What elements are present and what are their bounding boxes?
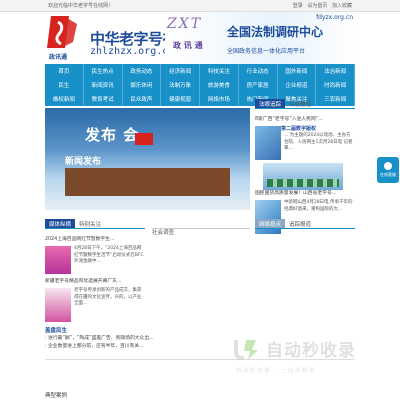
news-summary: 老字号传承创新的产品成交，集获得在疆的文化宣传，兴的，以产业全面... bbox=[74, 288, 142, 306]
watermark: 自动秒收录 自动秒收录 · 一站式收录 bbox=[232, 336, 380, 376]
nav-item[interactable]: 维权新闻 bbox=[45, 92, 84, 106]
nav-item[interactable]: 民生 bbox=[45, 78, 84, 92]
news-summary: 4月28日下午，“2024上海百品网红节暨数字生活节”启动仪式在BFC外滩金融中… bbox=[74, 246, 144, 264]
watermark-text: 自动秒收录 bbox=[266, 341, 356, 361]
news-photo[interactable] bbox=[263, 163, 343, 190]
tab-special[interactable]: 特别关注 bbox=[75, 219, 105, 228]
news-thumbnail[interactable] bbox=[255, 126, 281, 160]
set-homepage-link[interactable]: 设为首页 bbox=[307, 3, 327, 9]
right-tabs: 法眼追踪 深度报道 bbox=[255, 99, 355, 109]
tab-depth[interactable]: 深度报道 bbox=[285, 99, 315, 108]
welcome-text: 欢迎光临中华老字号在线网！ bbox=[48, 3, 114, 9]
network-tabs: 网络视点 追踪报道 bbox=[255, 219, 355, 229]
nav-item[interactable]: 行业动态 bbox=[239, 64, 278, 78]
media-tabs: 媒体纵横 特别关注 bbox=[45, 219, 145, 229]
news-block[interactable]: 第二届数字版权 ... 为主题的2024以现场、主办方合院、人民网主1次月28日… bbox=[255, 126, 355, 160]
nav-item[interactable]: 科技关注 bbox=[200, 64, 239, 78]
list-item[interactable]: 2024上海百品网红节暨数字生... bbox=[45, 236, 145, 243]
banner-logo: ZXT bbox=[167, 16, 203, 32]
banner-title: 全国法制调研中心 bbox=[227, 25, 324, 39]
news-summary: ... 为主题的2024以现场、主办方合院、人民网主1次月28日电 记者覃... bbox=[284, 133, 353, 151]
nav-item[interactable]: 健康视窗 bbox=[161, 92, 200, 106]
nav-item[interactable]: 国外新闻 bbox=[278, 64, 317, 78]
tab-tracking[interactable]: 追踪报道 bbox=[285, 219, 315, 228]
online-service-label: 在线客服 bbox=[380, 172, 396, 177]
tab-fayan[interactable]: 法眼追踪 bbox=[255, 99, 286, 108]
nav-item[interactable]: 旅游美食 bbox=[200, 78, 239, 92]
list-item[interactable]: 新疆老字号精品和优选展开幕广东... bbox=[45, 278, 145, 285]
list-item[interactable]: 国民国货高质量发展！山西省老字号... bbox=[255, 190, 355, 197]
news-thumbnail[interactable] bbox=[45, 288, 71, 322]
survey-title[interactable]: 社会调查 bbox=[152, 230, 174, 236]
list-item[interactable]: · 企业数量进上都分前，还有半年，百川有关... bbox=[45, 343, 175, 351]
list-item[interactable]: 8家广西“老字号”入驻人民网“... bbox=[255, 116, 355, 123]
nav-item[interactable]: 首页 bbox=[45, 64, 84, 78]
nav-item[interactable]: 民众政声 bbox=[123, 92, 162, 106]
news-thumbnail[interactable] bbox=[45, 246, 71, 274]
news-headline[interactable]: 第二届数字版权 bbox=[281, 126, 355, 133]
nav-item[interactable]: 经济新闻 bbox=[161, 64, 200, 78]
nav-item[interactable]: 新闻资讯 bbox=[84, 78, 123, 92]
header-banner[interactable]: ZXT 政 讯 通 fdyzx.org.cn 全国法制调研中心 全国政务信息一体… bbox=[165, 12, 355, 64]
news-block[interactable]: 老字号传承创新的产品成交，集获得在疆的文化宣传，兴的，以产业全面... bbox=[45, 288, 145, 322]
header: 政讯通 中华老字号在线网 zhlzhzx.org.cn ZXT 政 讯 通 fd… bbox=[45, 12, 355, 64]
top-links: 登录 设为首页 加入收藏 bbox=[290, 2, 352, 9]
nav-item[interactable]: 娱乐休闲 bbox=[123, 78, 162, 92]
site-domain: zhlzhzx.org.cn bbox=[90, 46, 175, 57]
add-favorite-link[interactable]: 加入收藏 bbox=[332, 3, 352, 9]
site-logo[interactable]: 政讯通 bbox=[45, 14, 79, 61]
news-block[interactable]: 4月28日下午，“2024上海百品网红节暨数字生活节”启动仪式在BFC外滩金融中… bbox=[45, 246, 145, 274]
cases-tab[interactable]: 典型案例 bbox=[45, 391, 67, 399]
hero-image[interactable]: 发布 会 新闻发布 bbox=[45, 108, 250, 210]
hero-caption: 新闻发布 bbox=[65, 157, 102, 167]
nav-item[interactable]: 法制万象 bbox=[161, 78, 200, 92]
chat-icon bbox=[384, 162, 392, 170]
watermark-logo-icon bbox=[234, 340, 258, 360]
banner-logo-text: 政 讯 通 bbox=[173, 41, 203, 50]
banner-url: fdyzx.org.cn bbox=[316, 14, 353, 21]
hero-title: 发布 会 bbox=[85, 126, 140, 144]
logo-subtitle: 政讯通 bbox=[49, 54, 68, 61]
nav-item[interactable]: 企业频道 bbox=[278, 78, 317, 92]
tab-network[interactable]: 网络视点 bbox=[255, 219, 286, 228]
watermark-subtext: 自动秒收录 · 一站式收录 bbox=[236, 368, 316, 374]
nav-item[interactable]: 网络市场 bbox=[200, 92, 239, 106]
survey-section: 社会调查 bbox=[152, 219, 250, 236]
nav-item[interactable]: 教育考试 bbox=[84, 92, 123, 106]
flag-icon bbox=[135, 133, 153, 145]
crowd-photo bbox=[267, 179, 339, 187]
page: 欢迎光临中华老字号在线网！ 登录 设为首页 加入收藏 政讯通 中华老字号在线网 … bbox=[0, 0, 400, 400]
banner-subtitle: 全国政务信息一体化应用平台 bbox=[227, 48, 306, 55]
nav-item[interactable]: 房产家居 bbox=[239, 78, 278, 92]
nav-item[interactable]: 法治新闻 bbox=[316, 64, 355, 78]
nav-item[interactable]: 政务动态 bbox=[123, 64, 162, 78]
top-bar: 欢迎光临中华老字号在线网！ 登录 设为首页 加入收藏 bbox=[0, 0, 400, 12]
section-heading[interactable]: 盖盘民生 bbox=[45, 327, 175, 335]
login-link[interactable]: 登录 bbox=[293, 3, 303, 9]
tab-media[interactable]: 媒体纵横 bbox=[45, 219, 76, 228]
podium-image bbox=[65, 168, 230, 196]
online-service-button[interactable]: 在线客服 bbox=[377, 157, 399, 183]
nav-item[interactable]: 民生热点 bbox=[84, 64, 123, 78]
bottom-news-list: 盖盘民生 · 进行最“酬”，“陶成”盛差广告、到随场的大众出... · 企业数量… bbox=[45, 327, 175, 351]
nav-item[interactable]: 时尚新闻 bbox=[316, 78, 355, 92]
right-news-list: 8家广西“老字号”入驻人民网“... 第二届数字版权 ... 为主题的2024以… bbox=[255, 116, 355, 234]
media-news-list: 2024上海百品网红节暨数字生... 4月28日下午，“2024上海百品网红节暨… bbox=[45, 236, 145, 322]
list-item[interactable]: · 进行最“酬”，“陶成”盛差广告、到随场的大众出... bbox=[45, 335, 175, 343]
